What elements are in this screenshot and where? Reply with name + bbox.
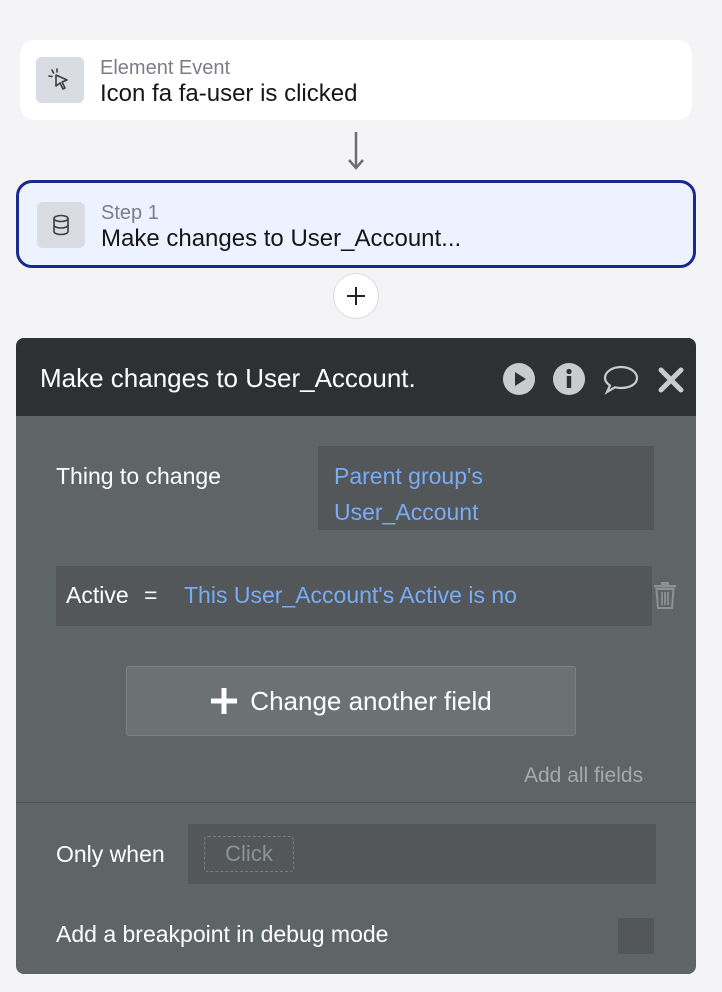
- only-when-placeholder[interactable]: Click: [204, 836, 294, 872]
- field-operator: =: [144, 582, 158, 608]
- panel-title: Make changes to User_Account.: [40, 363, 416, 393]
- event-card[interactable]: Element Event Icon fa fa-user is clicked: [20, 40, 692, 120]
- plus-icon: [211, 688, 238, 714]
- play-icon[interactable]: [502, 362, 536, 396]
- change-another-field-label: Change another field: [250, 686, 492, 716]
- divider: [16, 802, 696, 803]
- field-name: Active: [66, 582, 129, 608]
- comment-icon[interactable]: [602, 362, 640, 396]
- action-panel: Make changes to User_Account. Thing to c…: [16, 338, 696, 974]
- database-icon: [37, 202, 85, 248]
- cursor-click-icon: [36, 57, 84, 103]
- panel-header: Make changes to User_Account.: [16, 338, 696, 416]
- only-when-label: Only when: [56, 841, 165, 867]
- thing-value-line2: User_Account: [334, 499, 479, 525]
- thing-to-change-label: Thing to change: [56, 463, 221, 489]
- plus-icon: [347, 287, 365, 305]
- info-icon[interactable]: [552, 362, 586, 396]
- thing-to-change-field[interactable]: Parent group's User_Account: [318, 446, 654, 530]
- event-title: Icon fa fa-user is clicked: [100, 80, 358, 107]
- field-change-row[interactable]: Active = This User_Account's Active is n…: [56, 566, 652, 626]
- breakpoint-checkbox[interactable]: [618, 918, 654, 954]
- change-another-field-button[interactable]: Change another field: [126, 666, 576, 736]
- event-subtitle: Element Event: [100, 57, 231, 79]
- step-title: Make changes to User_Account...: [101, 225, 462, 252]
- add-step-button[interactable]: [333, 273, 379, 319]
- step-subtitle: Step 1: [101, 202, 159, 224]
- thing-value-line1: Parent group's: [334, 463, 483, 489]
- breakpoint-label: Add a breakpoint in debug mode: [56, 921, 389, 947]
- step-card[interactable]: Step 1 Make changes to User_Account...: [16, 180, 696, 268]
- field-value[interactable]: This User_Account's Active is no: [184, 581, 517, 609]
- only-when-field[interactable]: Click: [188, 824, 656, 884]
- add-all-fields-link[interactable]: Add all fields: [524, 762, 643, 790]
- arrow-down-icon: [348, 132, 364, 170]
- close-icon[interactable]: [656, 362, 686, 396]
- trash-icon[interactable]: [652, 580, 678, 610]
